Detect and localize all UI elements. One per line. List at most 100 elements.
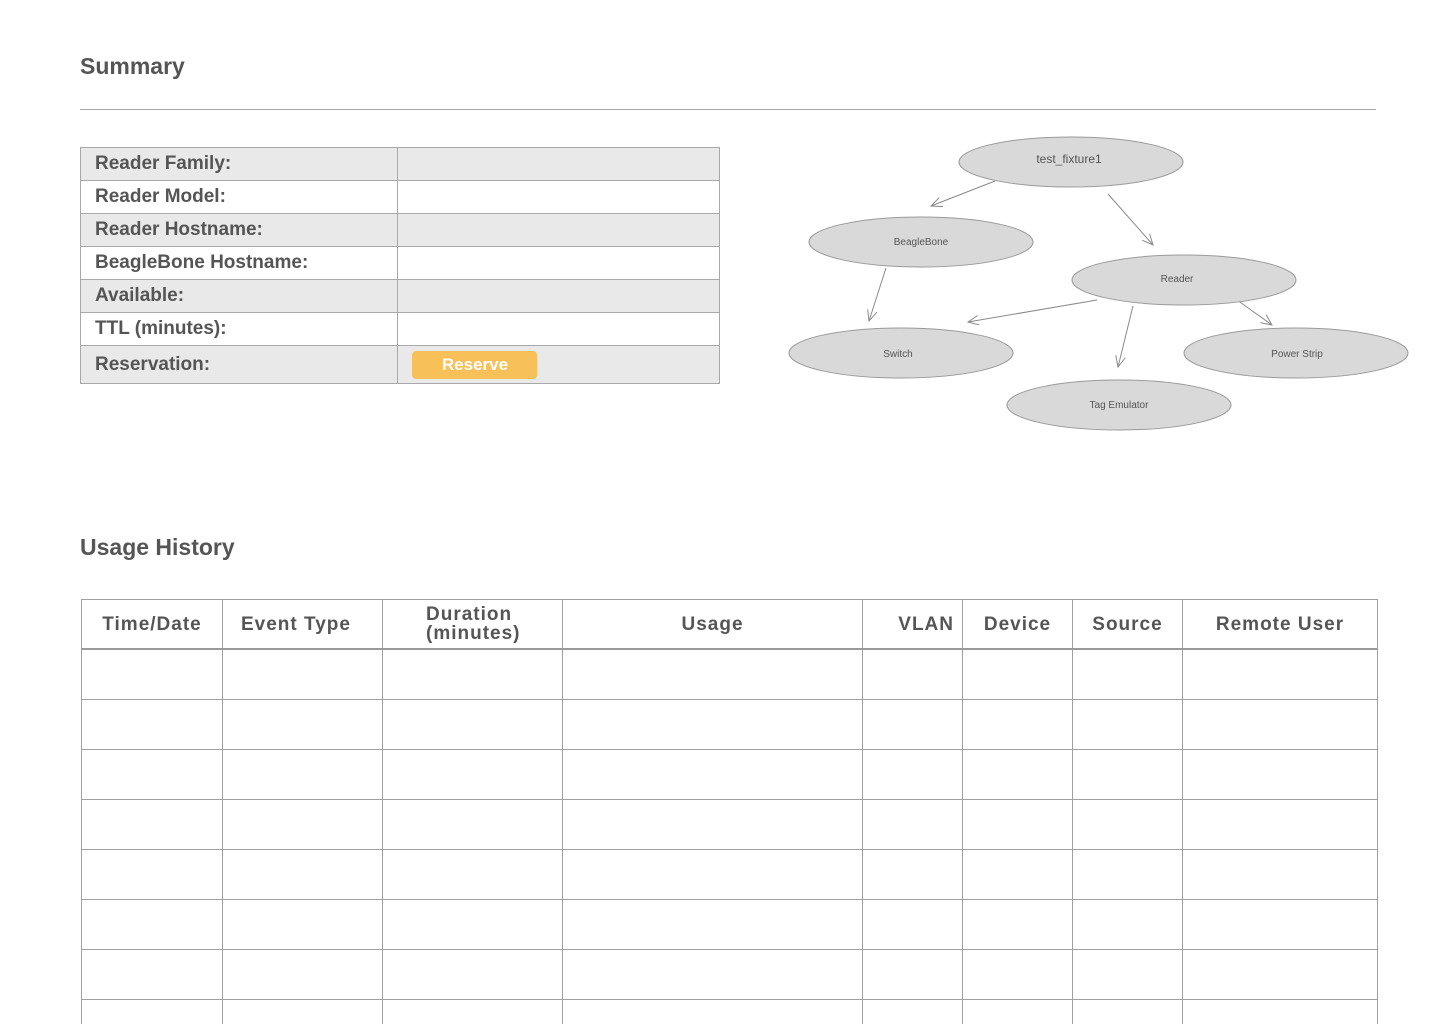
- table-cell: [1182, 949, 1378, 1000]
- node-beaglebone-label: BeagleBone: [894, 237, 949, 248]
- col-header-source-label: Source: [1092, 613, 1163, 635]
- table-cell: [562, 699, 863, 750]
- summary-row-ttl: TTL (minutes):: [79, 312, 720, 346]
- col-header-device-label: Device: [983, 613, 1052, 635]
- reader-hostname-label: Reader Hostname:: [79, 213, 399, 247]
- node-tag-emulator[interactable]: Tag Emulator: [1006, 379, 1232, 431]
- table-cell: [562, 999, 863, 1024]
- table-cell: [1072, 849, 1183, 900]
- table-row: [81, 999, 1378, 1024]
- col-header-remote-user-label: Remote User: [1215, 613, 1345, 635]
- table-cell: [382, 648, 563, 700]
- node-switch[interactable]: Switch: [788, 327, 1014, 379]
- table-cell: [1072, 949, 1183, 1000]
- table-cell: [382, 699, 563, 750]
- table-row: [81, 648, 1378, 700]
- table-cell: [562, 849, 863, 900]
- table-cell: [81, 949, 223, 1000]
- reader-family-value: [397, 147, 720, 181]
- col-header-remote-user[interactable]: Remote User: [1182, 599, 1378, 650]
- table-cell: [81, 999, 223, 1024]
- beaglebone-hostname-value: [397, 246, 720, 280]
- col-header-source[interactable]: Source: [1072, 599, 1183, 650]
- table-cell: [1072, 999, 1183, 1024]
- col-header-usage[interactable]: Usage: [562, 599, 863, 650]
- col-header-duration[interactable]: Duration (minutes): [382, 599, 563, 650]
- section-divider: [80, 109, 1376, 110]
- table-cell: [81, 899, 223, 950]
- table-cell: [1072, 648, 1183, 700]
- table-cell: [962, 949, 1073, 1000]
- available-value: [397, 279, 720, 313]
- node-reader[interactable]: Reader: [1071, 254, 1297, 306]
- node-test-fixture1[interactable]: test_fixture1: [958, 136, 1184, 188]
- fixture-page: Summary Reader Family: Reader Model: Rea…: [0, 0, 1440, 1024]
- col-header-duration-label: Duration (minutes): [426, 604, 521, 644]
- table-cell: [222, 949, 383, 1000]
- edge-beaglebone-to-switch: [869, 267, 887, 321]
- reserve-button[interactable]: Reserve: [412, 350, 538, 379]
- table-cell: [1072, 749, 1183, 800]
- available-label: Available:: [79, 279, 399, 313]
- table-row: [81, 699, 1378, 750]
- table-cell: [962, 648, 1073, 700]
- summary-row-reader-family: Reader Family:: [79, 147, 720, 181]
- summary-row-reader-hostname: Reader Hostname:: [79, 213, 720, 247]
- table-cell: [862, 999, 963, 1024]
- col-header-event-type-label: Event Type: [241, 613, 351, 635]
- reader-family-label: Reader Family:: [79, 147, 399, 181]
- col-header-event-type[interactable]: Event Type: [222, 599, 383, 650]
- table-cell: [962, 899, 1073, 950]
- table-cell: [382, 999, 563, 1024]
- table-cell: [1182, 749, 1378, 800]
- table-cell: [222, 899, 383, 950]
- node-test-fixture1-label: test_fixture1: [1036, 152, 1102, 166]
- table-cell: [1182, 999, 1378, 1024]
- table-cell: [81, 749, 223, 800]
- table-cell: [382, 749, 563, 800]
- summary-row-available: Available:: [79, 279, 720, 313]
- edge-root-to-reader: [1107, 193, 1153, 245]
- col-header-vlan-label: VLAN: [898, 613, 954, 635]
- col-header-device[interactable]: Device: [962, 599, 1073, 650]
- table-cell: [562, 899, 863, 950]
- node-power-strip[interactable]: Power Strip: [1183, 327, 1409, 379]
- table-cell: [1072, 899, 1183, 950]
- table-cell: [222, 799, 383, 850]
- table-cell: [862, 899, 963, 950]
- node-beaglebone[interactable]: BeagleBone: [808, 216, 1034, 268]
- table-cell: [962, 699, 1073, 750]
- summary-row-beaglebone-hostname: BeagleBone Hostname:: [79, 246, 720, 280]
- col-header-time-date[interactable]: Time/Date: [81, 599, 223, 650]
- table-cell: [562, 749, 863, 800]
- table-row: [81, 949, 1378, 1000]
- table-cell: [962, 999, 1073, 1024]
- table-cell: [81, 799, 223, 850]
- ttl-value: [397, 312, 720, 346]
- col-header-usage-label: Usage: [681, 613, 744, 635]
- usage-header-row: Time/Date Event Type Duration (minutes) …: [81, 599, 1378, 650]
- fixture-topology-diagram: test_fixture1 BeagleBone Reader Switch P…: [788, 136, 1409, 431]
- table-cell: [81, 699, 223, 750]
- node-switch-label: Switch: [883, 349, 912, 360]
- table-cell: [222, 999, 383, 1024]
- col-header-vlan[interactable]: VLAN: [862, 599, 963, 650]
- table-cell: [81, 849, 223, 900]
- table-cell: [862, 648, 963, 700]
- reader-hostname-value: [397, 213, 720, 247]
- usage-history-table: Time/Date Event Type Duration (minutes) …: [81, 599, 1378, 1024]
- table-cell: [222, 648, 383, 700]
- table-row: [81, 849, 1378, 900]
- table-cell: [562, 949, 863, 1000]
- table-cell: [962, 849, 1073, 900]
- node-reader-label: Reader: [1161, 274, 1194, 285]
- summary-row-reservation: Reservation: Reserve: [79, 345, 720, 384]
- table-cell: [562, 799, 863, 850]
- table-row: [81, 799, 1378, 850]
- table-cell: [862, 849, 963, 900]
- reader-model-label: Reader Model:: [79, 180, 399, 214]
- table-cell: [1182, 899, 1378, 950]
- reservation-label: Reservation:: [79, 345, 399, 384]
- table-cell: [1072, 799, 1183, 850]
- table-cell: [962, 749, 1073, 800]
